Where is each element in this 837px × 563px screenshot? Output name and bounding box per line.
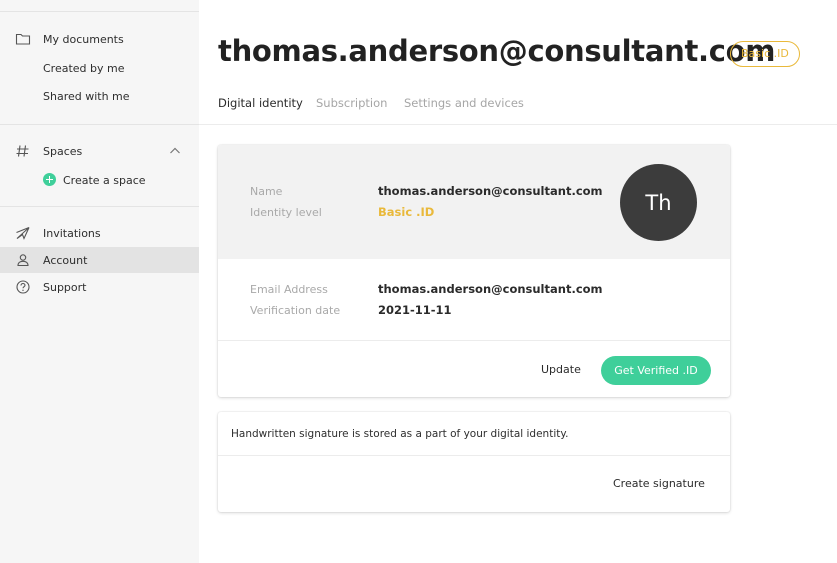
verification-date-label: Verification date	[250, 304, 341, 317]
identity-level-badge: Basic .ID	[730, 41, 800, 67]
identity-level-label: Identity level	[250, 206, 322, 219]
page-title: thomas.anderson@consultant.com	[218, 34, 776, 68]
sidebar-item-create-space[interactable]: Create a space	[0, 167, 199, 193]
paper-plane-icon	[15, 226, 31, 240]
sidebar-item-created-by-me[interactable]: Created by me	[0, 55, 199, 81]
help-circle-icon	[15, 280, 31, 294]
sidebar-item-label: Account	[43, 253, 88, 267]
card-divider	[218, 455, 730, 456]
get-verified-button[interactable]: Get Verified .ID	[601, 356, 711, 385]
sidebar-item-support[interactable]: Support	[0, 274, 199, 300]
sidebar-divider	[0, 206, 199, 207]
sidebar-item-shared-with-me[interactable]: Shared with me	[0, 83, 199, 109]
identity-level-value: Basic .ID	[378, 205, 435, 219]
sidebar-item-account[interactable]: Account	[0, 247, 199, 273]
tab-digital-identity[interactable]: Digital identity	[218, 96, 303, 110]
sidebar-item-label: Created by me	[43, 61, 125, 75]
sidebar-divider	[0, 124, 199, 125]
sidebar-item-invitations[interactable]: Invitations	[0, 220, 199, 246]
chevron-up-icon[interactable]	[168, 145, 182, 157]
header-divider	[199, 124, 837, 125]
sidebar-item-my-documents[interactable]: My documents	[0, 26, 199, 52]
sidebar-item-label: Create a space	[63, 173, 146, 187]
sidebar-item-spaces[interactable]: Spaces	[0, 138, 199, 164]
signature-card: Handwritten signature is stored as a par…	[218, 412, 730, 512]
name-label: Name	[250, 185, 283, 198]
verification-date-value: 2021-11-11	[378, 303, 452, 317]
hash-icon	[15, 144, 31, 158]
avatar: Th	[620, 164, 697, 241]
tab-settings-and-devices[interactable]: Settings and devices	[404, 96, 524, 110]
user-icon	[15, 253, 31, 267]
sidebar-item-label: Spaces	[43, 144, 83, 158]
email-value: thomas.anderson@consultant.com	[378, 282, 603, 296]
folder-icon	[15, 32, 31, 46]
create-signature-button[interactable]: Create signature	[613, 477, 705, 490]
card-divider	[218, 340, 730, 341]
plus-circle-icon	[43, 173, 56, 186]
tab-subscription[interactable]: Subscription	[316, 96, 387, 110]
sidebar-item-label: Invitations	[43, 226, 101, 240]
sidebar-item-label: Shared with me	[43, 89, 130, 103]
sidebar: My documents Created by me Shared with m…	[0, 0, 199, 563]
signature-description: Handwritten signature is stored as a par…	[231, 428, 569, 440]
update-button[interactable]: Update	[541, 363, 581, 376]
name-value: thomas.anderson@consultant.com	[378, 184, 603, 198]
identity-card: Name thomas.anderson@consultant.com Iden…	[218, 145, 730, 397]
email-label: Email Address	[250, 283, 328, 296]
sidebar-divider	[0, 11, 199, 12]
sidebar-item-label: Support	[43, 280, 87, 294]
sidebar-item-label: My documents	[43, 32, 124, 46]
